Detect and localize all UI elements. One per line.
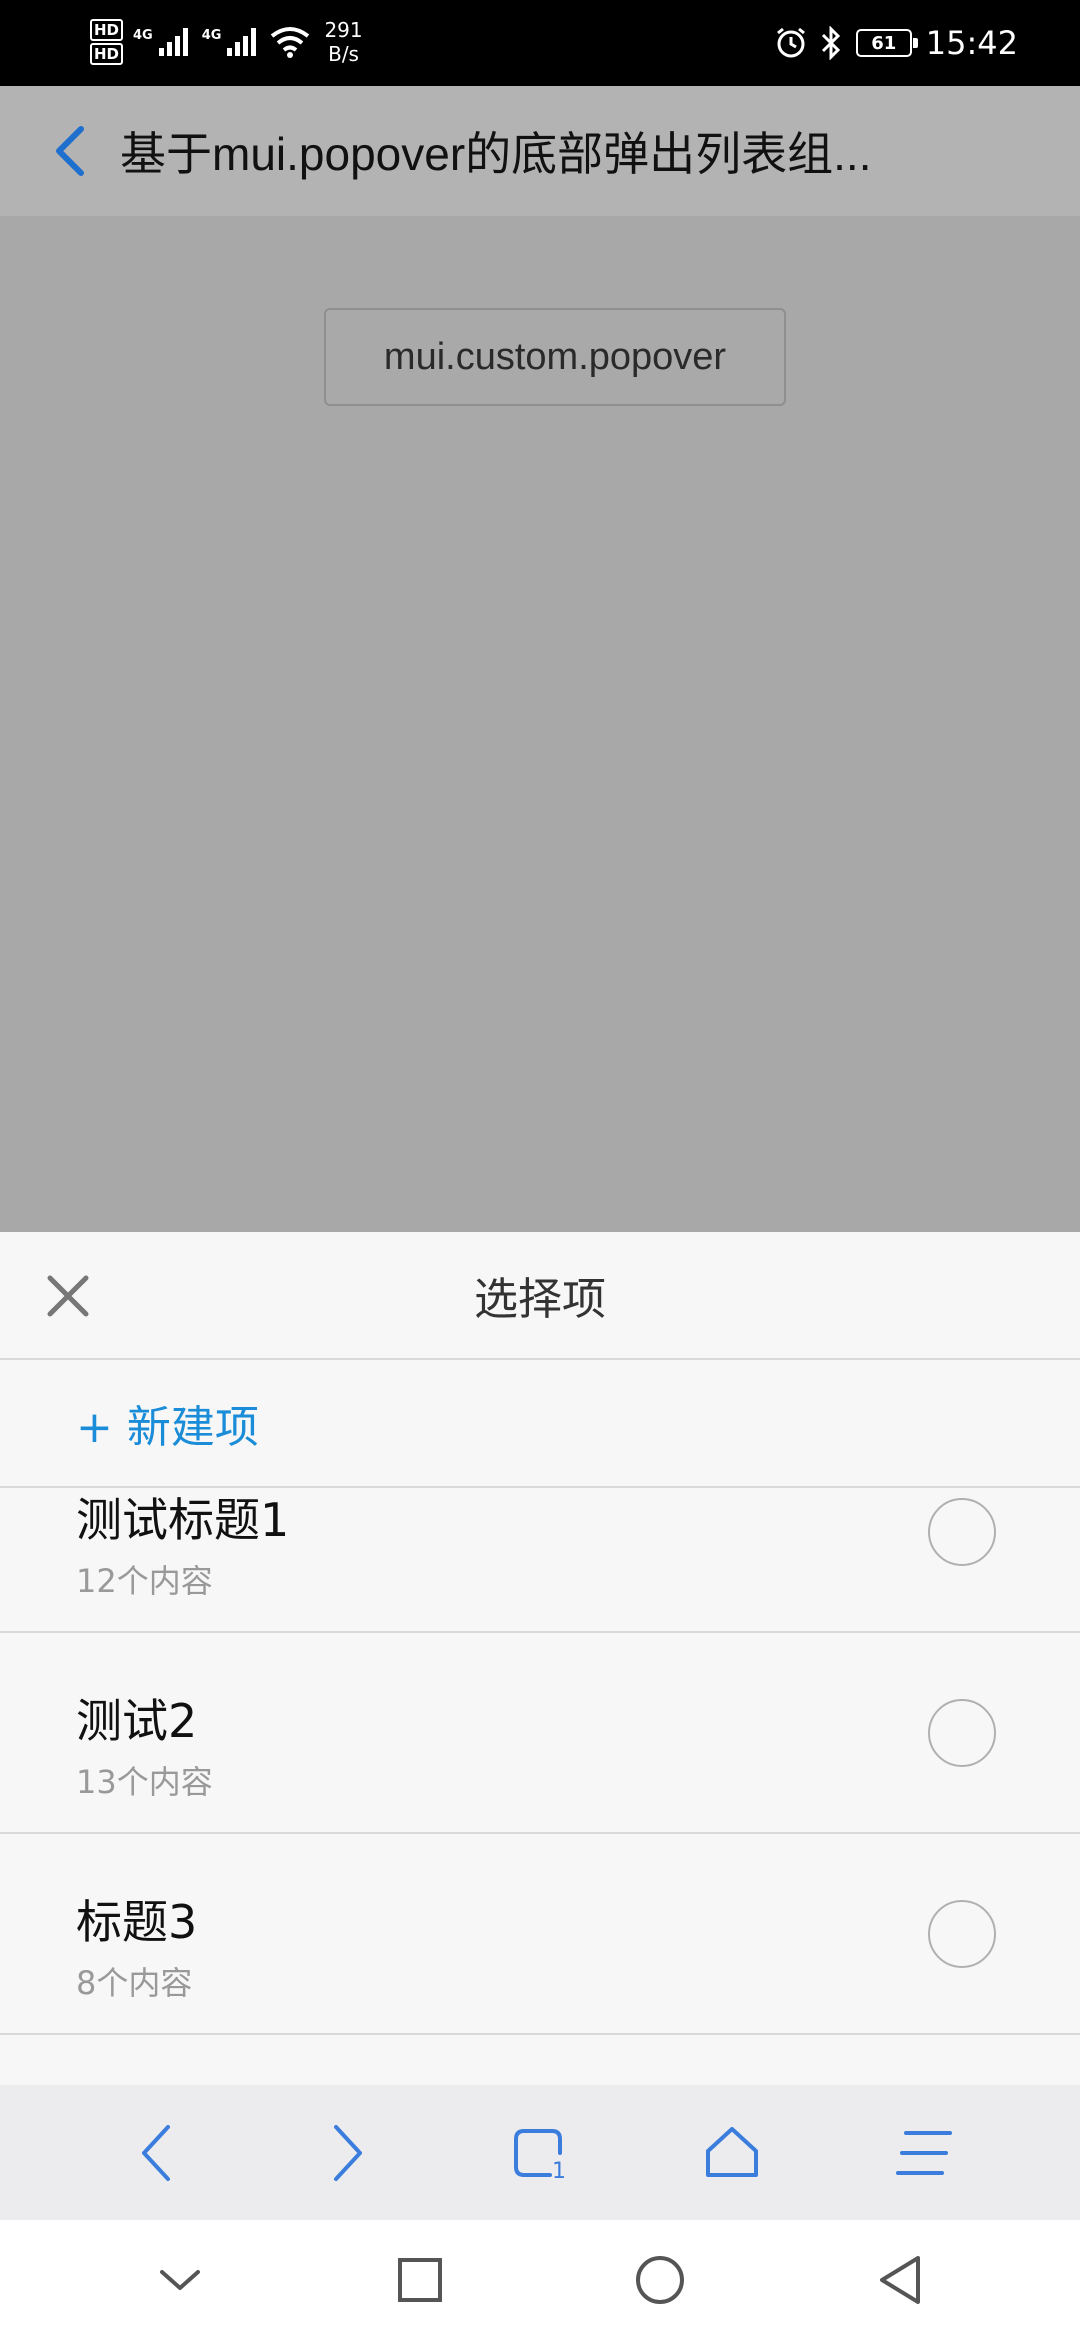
- bottom-sheet: 选择项 + 新建项 测试标题1 12个内容 测试2 13个内容 标题3 8个内容: [0, 1232, 1080, 2085]
- item-radio[interactable]: [928, 1498, 996, 1566]
- hd-badge-1: HD: [90, 19, 124, 41]
- item-title: 标题3: [76, 1895, 198, 1949]
- nav-header: 基于mui.popover的底部弹出列表组...: [0, 86, 1080, 216]
- list-item[interactable]: 标题3 8个内容: [0, 1834, 1080, 2035]
- square-icon: [398, 2258, 442, 2302]
- item-list[interactable]: 测试标题1 12个内容 测试2 13个内容 标题3 8个内容: [0, 1490, 1080, 2085]
- chevron-left-icon: [142, 2124, 170, 2181]
- item-subtitle: 8个内容: [76, 1964, 193, 2002]
- network-speed-unit: B/s: [328, 42, 359, 66]
- chevron-down-icon: [160, 2270, 200, 2290]
- chevron-left-icon: [56, 126, 84, 176]
- sheet-header: 选择项: [0, 1232, 1080, 1360]
- recents-button[interactable]: [370, 2230, 470, 2330]
- main-content: mui.custom.popover: [0, 216, 1080, 1232]
- sheet-title: 选择项: [474, 1274, 606, 1325]
- system-nav-bar: [0, 2220, 1080, 2340]
- browser-tabs-button[interactable]: 1: [490, 2103, 590, 2203]
- battery-icon: 61: [855, 29, 918, 57]
- menu-icon: [896, 2130, 952, 2175]
- bluetooth-icon: [821, 26, 840, 60]
- hd-badge-2: HD: [90, 43, 124, 65]
- net-type-1: 4G: [133, 28, 153, 43]
- status-right: 61 15:42: [774, 14, 1018, 72]
- home-icon: [706, 2126, 758, 2177]
- network-speed: 291 B/s: [324, 18, 362, 66]
- browser-menu-button[interactable]: [874, 2103, 974, 2203]
- close-button[interactable]: [38, 1266, 98, 1326]
- item-title: 测试2: [76, 1694, 198, 1748]
- list-item[interactable]: 测试标题1 12个内容: [0, 1490, 1080, 1633]
- circle-icon: [636, 2256, 684, 2304]
- alarm-icon: [776, 27, 805, 58]
- tab-count: 1: [552, 2158, 566, 2184]
- battery-level: 61: [871, 32, 897, 54]
- page-title: 基于mui.popover的底部弹出列表组...: [120, 128, 872, 180]
- item-radio[interactable]: [928, 1900, 996, 1968]
- new-item-button[interactable]: + 新建项: [0, 1360, 1080, 1488]
- browser-forward-button[interactable]: [298, 2103, 398, 2203]
- item-subtitle: 12个内容: [76, 1562, 213, 1600]
- home-nav-button[interactable]: [610, 2230, 710, 2330]
- status-bar: HD HD 4G 4G 291 B/s 61 15:42: [0, 0, 1080, 86]
- close-icon: [47, 1275, 89, 1317]
- signal-icon-2: 4G: [202, 28, 257, 56]
- open-popover-button[interactable]: mui.custom.popover: [324, 308, 786, 406]
- item-subtitle: 13个内容: [76, 1763, 213, 1801]
- chevron-right-icon: [334, 2124, 362, 2181]
- signal-icon-1: 4G: [133, 28, 188, 56]
- browser-back-button[interactable]: [106, 2103, 206, 2203]
- item-list-content: 测试标题1 12个内容 测试2 13个内容 标题3 8个内容: [0, 1490, 1080, 2035]
- net-type-2: 4G: [201, 28, 222, 43]
- back-button[interactable]: [20, 86, 120, 216]
- hide-nav-button[interactable]: [130, 2230, 230, 2330]
- browser-toolbar: 1: [0, 2085, 1080, 2220]
- network-speed-value: 291: [324, 18, 363, 42]
- wifi-icon: [271, 27, 310, 58]
- triangle-back-icon: [880, 2256, 920, 2304]
- clock-time: 15:42: [925, 24, 1018, 62]
- list-item[interactable]: 测试2 13个内容: [0, 1633, 1080, 1834]
- item-radio[interactable]: [928, 1699, 996, 1767]
- back-nav-button[interactable]: [850, 2230, 950, 2330]
- browser-home-button[interactable]: [682, 2103, 782, 2203]
- hd-indicators: HD HD: [90, 18, 124, 66]
- status-left: HD HD 4G 4G 291 B/s: [90, 12, 363, 72]
- item-title: 测试标题1: [76, 1493, 290, 1547]
